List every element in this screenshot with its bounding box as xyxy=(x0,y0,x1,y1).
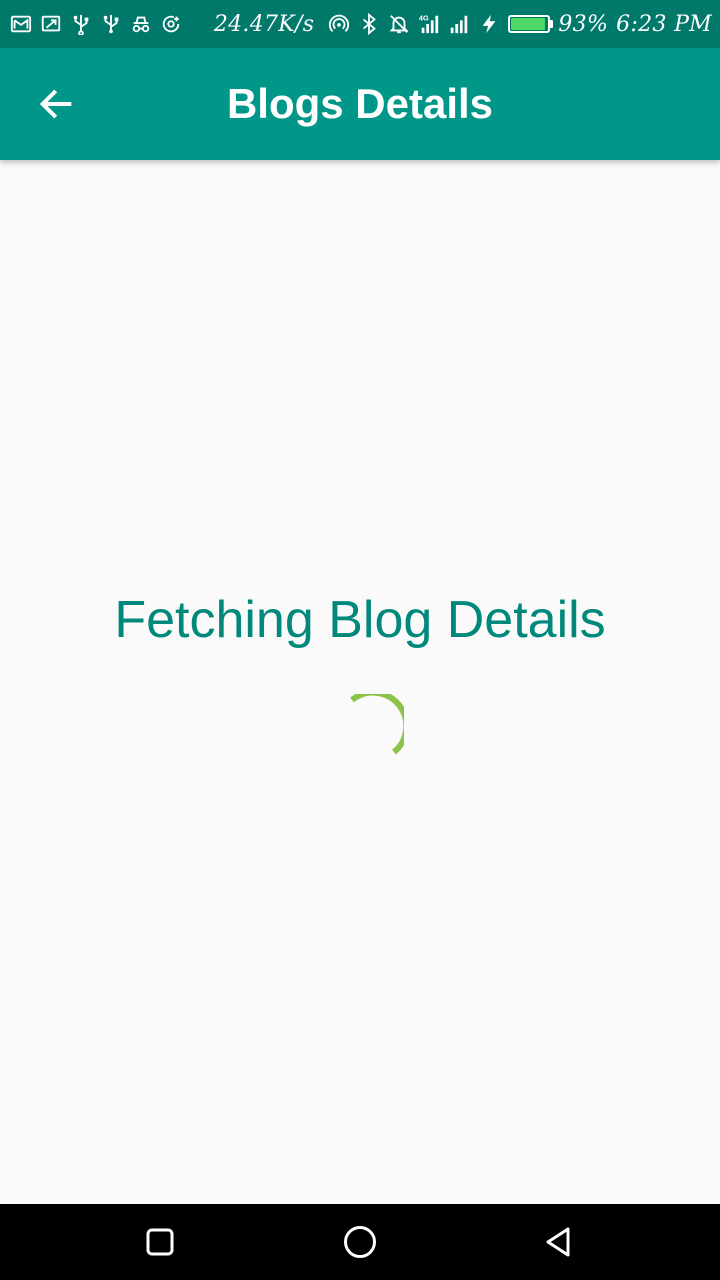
hotspot-icon xyxy=(328,13,350,35)
status-bar: 24.47K/s 4G 93% 6:23 PM xyxy=(0,0,720,48)
usb-icon xyxy=(100,13,122,35)
battery-level xyxy=(511,18,545,30)
incognito-icon xyxy=(130,13,152,35)
circle-icon xyxy=(344,1226,376,1258)
screen: 24.47K/s 4G 93% 6:23 PM Blogs Details Fe… xyxy=(0,0,720,1280)
bluetooth-icon xyxy=(358,13,380,35)
svg-text:4G: 4G xyxy=(419,13,429,22)
charging-bolt-icon xyxy=(478,13,500,35)
main-content: Fetching Blog Details xyxy=(0,160,720,1204)
nav-back-button[interactable] xyxy=(534,1216,586,1268)
network-speed: 24.47K/s xyxy=(213,11,315,37)
loading-spinner-icon xyxy=(350,694,404,755)
app-bar: Blogs Details xyxy=(0,48,720,160)
battery-icon xyxy=(508,15,554,33)
status-bar-right: 24.47K/s 4G 93% 6:23 PM xyxy=(214,12,712,37)
signal-4g-icon: 4G xyxy=(418,13,440,35)
clock-time: 6:23 PM xyxy=(616,11,712,37)
recents-button[interactable] xyxy=(134,1216,186,1268)
arrow-back-icon xyxy=(39,89,72,119)
triangle-back-icon xyxy=(546,1227,570,1257)
square-icon xyxy=(146,1228,174,1256)
data-saver-icon xyxy=(160,13,182,35)
loading-message: Fetching Blog Details xyxy=(114,591,606,649)
back-button[interactable] xyxy=(28,76,84,132)
status-bar-left xyxy=(10,13,182,35)
signal-icon xyxy=(448,13,470,35)
battery-percent: 93% xyxy=(558,11,609,37)
notifications-off-icon xyxy=(388,13,410,35)
usb-icon xyxy=(70,13,92,35)
system-nav-bar xyxy=(0,1204,720,1280)
home-button[interactable] xyxy=(334,1216,386,1268)
screen-cast-icon xyxy=(40,13,62,35)
page-title: Blogs Details xyxy=(226,80,494,127)
gmail-icon xyxy=(10,13,32,35)
